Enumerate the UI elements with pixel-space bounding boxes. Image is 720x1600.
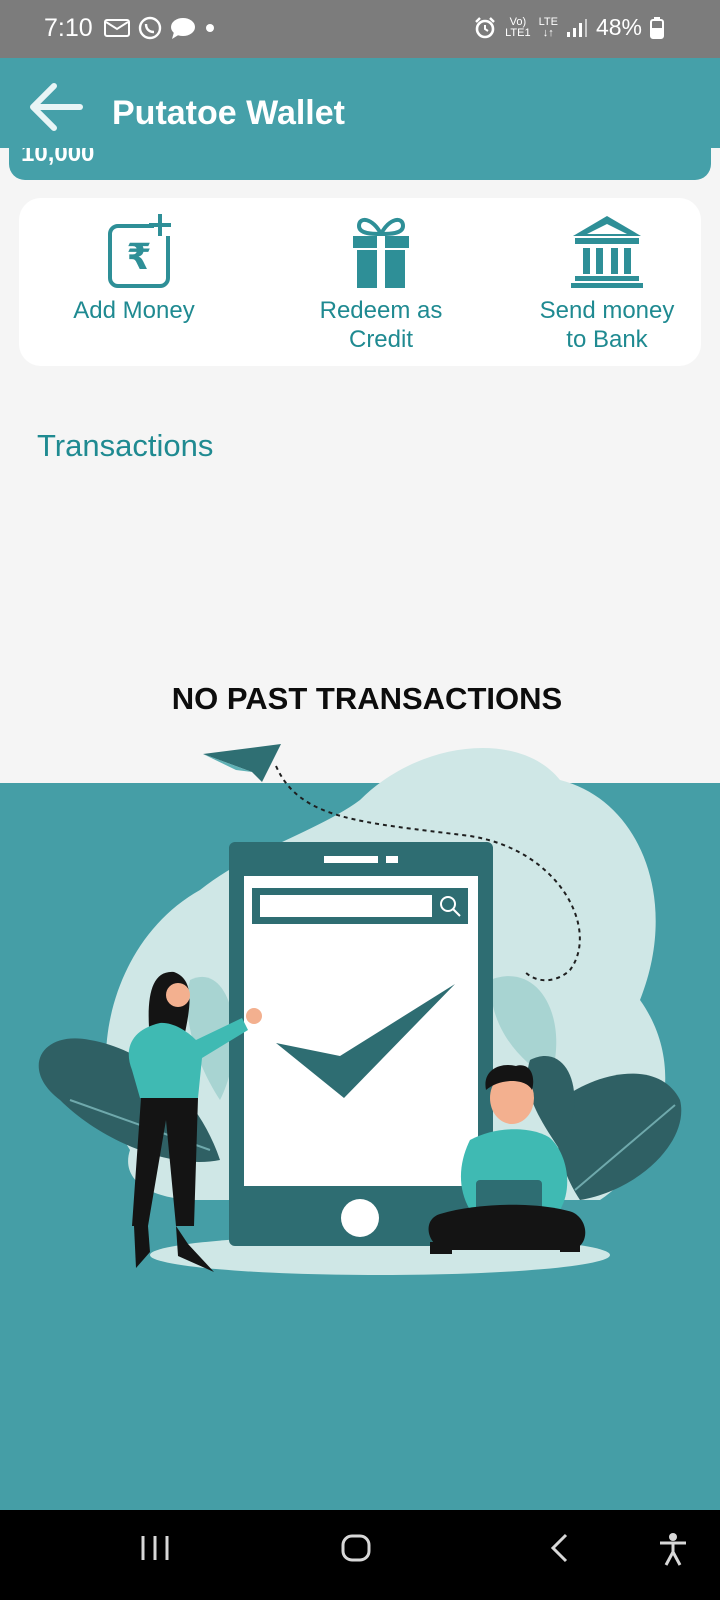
alarm-icon — [475, 16, 495, 38]
bank-icon — [571, 216, 643, 288]
add-money-label: Add Money — [73, 297, 195, 324]
page-title: Putatoe Wallet — [112, 94, 345, 132]
redeem-label-line1: Redeem as — [319, 297, 443, 324]
nav-back-icon — [550, 1533, 568, 1563]
empty-state-illustration — [0, 744, 720, 1510]
status-indicators: Vo) LTE1 LTE ↓↑ 48% — [473, 14, 664, 41]
send-to-bank-button[interactable]: Send money to Bank — [527, 212, 687, 354]
bank-label-line1: Send money — [539, 297, 675, 324]
recent-apps-icon — [141, 1536, 169, 1560]
more-notifications-dot-icon — [206, 24, 214, 32]
gift-icon — [353, 217, 409, 288]
outlook-icon — [104, 19, 130, 37]
rupee-add-icon: ₹ — [108, 214, 174, 288]
battery-icon — [650, 16, 664, 39]
wallet-actions-card: ₹ Add Money Redeem as Credit Send money … — [19, 198, 701, 366]
battery-percent: 48% — [595, 14, 642, 40]
back-button[interactable] — [28, 82, 84, 132]
message-icon — [171, 18, 195, 39]
nav-back-button[interactable] — [548, 1532, 570, 1569]
empty-transactions-message: NO PAST TRANSACTIONS — [171, 681, 563, 716]
accessibility-button[interactable] — [658, 1532, 688, 1571]
signal-icon — [566, 18, 587, 37]
recent-apps-button[interactable] — [140, 1532, 170, 1569]
accessibility-icon — [660, 1533, 686, 1566]
add-money-button[interactable]: ₹ Add Money — [59, 212, 209, 325]
lte-icon: LTE ↓↑ — [538, 15, 558, 39]
status-time: 7:10 — [44, 14, 93, 42]
home-icon — [341, 1534, 371, 1562]
whatsapp-icon — [138, 16, 162, 40]
svg-text:₹: ₹ — [126, 237, 151, 278]
notification-icons — [104, 16, 216, 40]
redeem-label-line2: Credit — [348, 326, 414, 353]
volte-icon: Vo) LTE1 — [505, 15, 531, 39]
status-bar: 7:10 Vo) LTE1 LTE ↓↑ 48% — [0, 0, 720, 58]
bank-label-line2: to Bank — [566, 326, 648, 353]
redeem-credit-button[interactable]: Redeem as Credit — [281, 212, 481, 354]
home-button[interactable] — [340, 1532, 372, 1569]
back-arrow-icon — [30, 83, 83, 131]
wallet-balance-card: 10,000 — [9, 148, 711, 180]
app-header: Putatoe Wallet — [0, 58, 720, 148]
system-navigation-bar — [0, 1510, 720, 1600]
transactions-heading: Transactions — [37, 428, 214, 463]
wallet-balance: 10,000 — [21, 148, 95, 167]
